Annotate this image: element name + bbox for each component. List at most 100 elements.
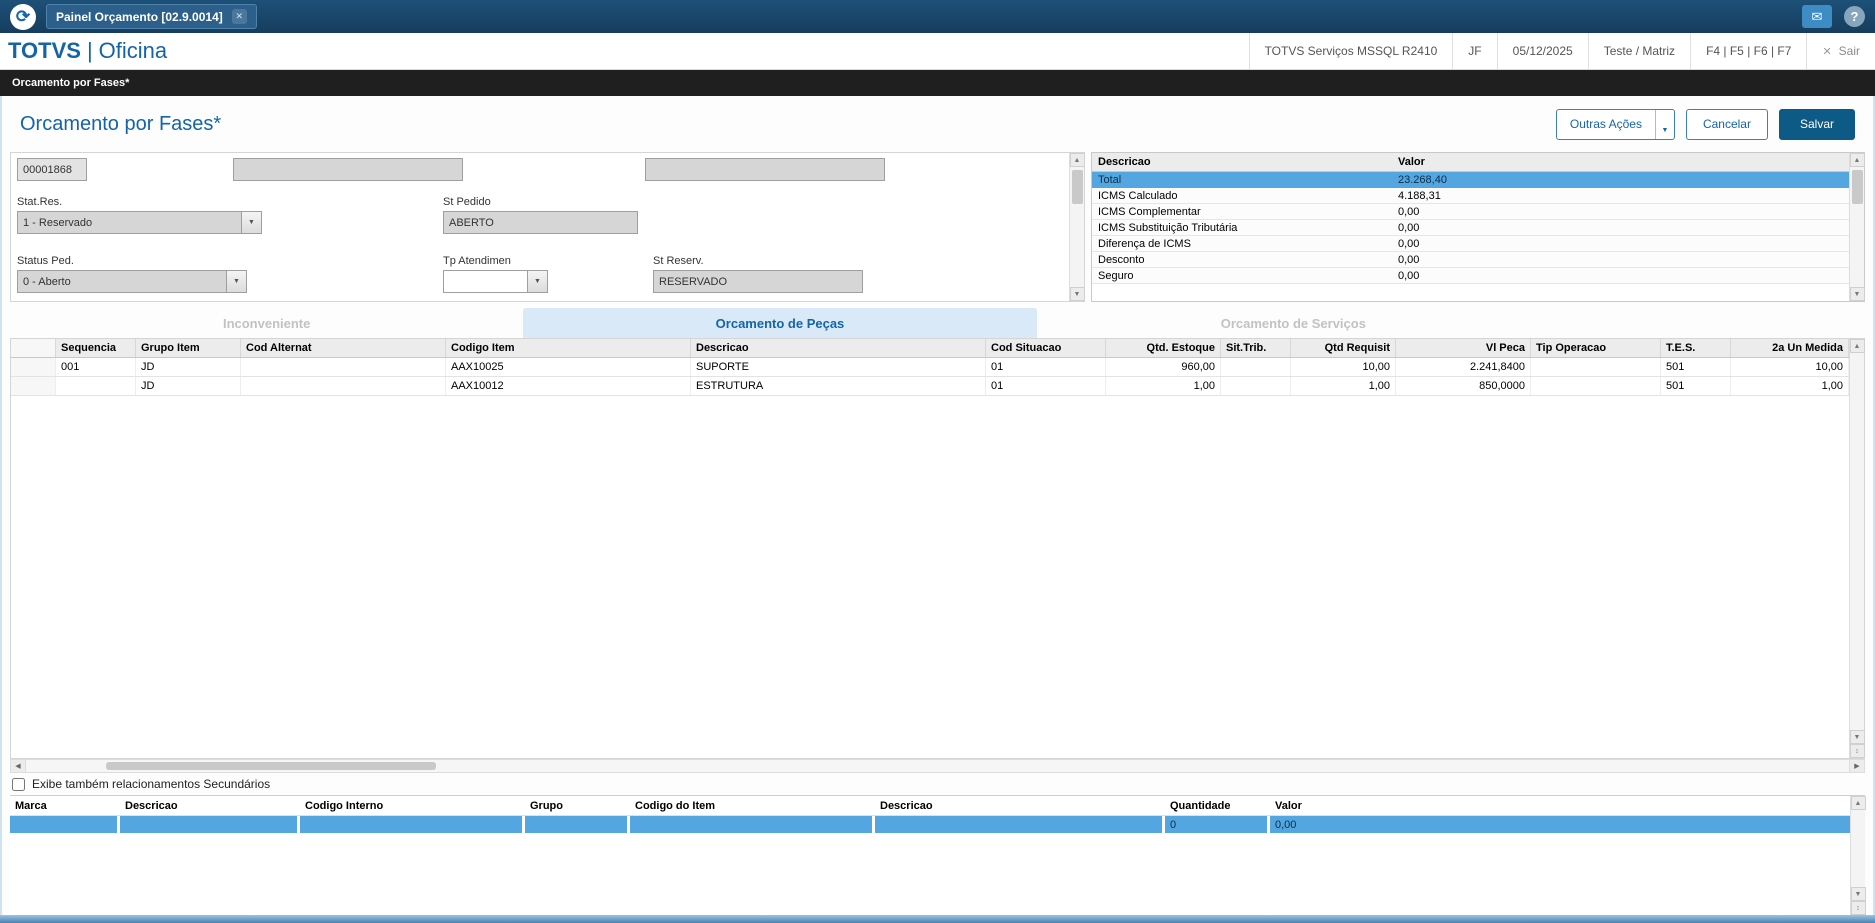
tp-atendimen-select[interactable]: ▼ <box>443 270 548 293</box>
order-number-input[interactable] <box>17 158 87 181</box>
scroll-left-icon[interactable]: ◀ <box>11 760 26 772</box>
items-col-header[interactable]: Codigo Item <box>446 339 691 357</box>
related-col-header[interactable]: Codigo do Item <box>630 800 875 812</box>
env-item[interactable]: JF <box>1452 33 1496 69</box>
tab-orcamento-de-servi-os[interactable]: Orcamento de Serviços <box>1037 308 1550 338</box>
totals-row-label: ICMS Substituição Tributária <box>1098 221 1238 234</box>
totals-row[interactable]: Seguro 0,00 <box>1092 268 1849 284</box>
titlebar: ⟳ Painel Orçamento [02.9.0014] ✕ ✉ ? <box>0 0 1875 33</box>
env-item[interactable]: 05/12/2025 <box>1496 33 1588 69</box>
env-item[interactable]: Teste / Matriz <box>1587 33 1690 69</box>
mail-button[interactable]: ✉ <box>1802 5 1832 28</box>
document-tab[interactable]: Painel Orçamento [02.9.0014] ✕ <box>46 4 257 29</box>
tab-inconveniente[interactable]: Inconveniente <box>10 308 523 338</box>
items-col-header[interactable]: Cod Alternat <box>241 339 446 357</box>
status-ped-select[interactable]: 0 - Aberto ▼ <box>17 270 247 293</box>
totals-row-value: 0,00 <box>1398 237 1420 250</box>
scroll-down-icon[interactable]: ▼ <box>1849 287 1865 301</box>
totals-row[interactable]: ICMS Substituição Tributária 0,00 <box>1092 220 1849 236</box>
totals-row[interactable]: Desconto 0,00 <box>1092 252 1849 268</box>
totals-row-label: Total <box>1098 173 1122 186</box>
scroll-up-icon[interactable]: ▲ <box>1069 153 1085 167</box>
related-header: Marca Descricao Codigo Interno Grupo Codigo … <box>10 796 1850 816</box>
items-scrollbar[interactable]: ▲ ▼ ↕ <box>1849 339 1865 758</box>
env-item[interactable]: TOTVS Serviços MSSQL R2410 <box>1248 33 1453 69</box>
scroll-right-icon[interactable]: ▶ <box>1849 760 1864 772</box>
related-col-header[interactable]: Grupo <box>525 800 630 812</box>
items-col-header[interactable]: Descricao <box>691 339 986 357</box>
form-scrollbar[interactable]: ▲ ▼ <box>1069 153 1085 301</box>
scroll-down-icon[interactable]: ▼ <box>1850 887 1866 901</box>
related-row[interactable]: 0 0,00 <box>10 816 1850 833</box>
totals-col-descricao[interactable]: Descricao <box>1092 156 1392 168</box>
totals-table: Descricao Valor Total 23.268,40 ICMS Calcu… <box>1092 153 1849 301</box>
related-scrollbar[interactable]: ▲ ▼ ↕ <box>1850 796 1866 915</box>
chevron-down-icon[interactable]: ▼ <box>1654 109 1674 139</box>
order-form: Stat.Res. 1 - Reservado ▼ St Pedido ABER… <box>11 153 1069 301</box>
env-item[interactable]: F4 | F5 | F6 | F7 <box>1690 33 1806 69</box>
scroll-up-icon[interactable]: ▲ <box>1850 796 1866 810</box>
other-actions-button[interactable]: Outras Ações ▼ <box>1555 108 1675 140</box>
items-cell: SUPORTE <box>691 358 986 376</box>
items-row[interactable]: 001 JD AAX10025 SUPORTE 01 960,00 10,00 2.241,8… <box>11 358 1849 377</box>
totals-row[interactable]: Diferença de ICMS 0,00 <box>1092 236 1849 252</box>
exit-button[interactable]: ✕ Sair <box>1806 33 1875 69</box>
scroll-page-icon[interactable]: ↕ <box>1850 901 1866 915</box>
related-col-header[interactable]: Quantidade <box>1165 800 1270 812</box>
items-row[interactable]: JD AAX10012 ESTRUTURA 01 1,00 1,00 850,0000 501… <box>11 377 1849 396</box>
row-selector[interactable] <box>11 377 56 395</box>
related-col-header[interactable]: Marca <box>10 800 120 812</box>
totals-row[interactable]: ICMS Calculado 4.188,31 <box>1092 188 1849 204</box>
items-col-header[interactable]: Sit.Trib. <box>1221 339 1291 357</box>
stat-res-select[interactable]: 1 - Reservado ▼ <box>17 211 262 234</box>
items-col-header[interactable]: Cod Situacao <box>986 339 1106 357</box>
save-button[interactable]: Salvar <box>1778 108 1855 140</box>
totals-row-value: 23.268,40 <box>1398 173 1447 186</box>
related-col-header[interactable]: Codigo Interno <box>300 800 525 812</box>
scroll-up-icon[interactable]: ▲ <box>1849 153 1865 167</box>
scroll-page-icon[interactable]: ↕ <box>1849 744 1865 758</box>
items-col-header[interactable]: Qtd. Estoque <box>1106 339 1221 357</box>
related-col-header[interactable]: Descricao <box>120 800 300 812</box>
related-cell <box>10 816 120 833</box>
hscrollbar-thumb[interactable] <box>106 762 436 770</box>
tp-atendimen-value <box>443 270 527 293</box>
order-form-panel: Stat.Res. 1 - Reservado ▼ St Pedido ABER… <box>10 152 1085 302</box>
form-section: Stat.Res. 1 - Reservado ▼ St Pedido ABER… <box>10 152 1865 302</box>
items-col-header[interactable]: 2a Un Medida <box>1731 339 1849 357</box>
items-horizontal-scrollbar[interactable]: ◀ ▶ <box>10 759 1865 773</box>
help-button[interactable]: ? <box>1844 6 1865 27</box>
totals-col-valor[interactable]: Valor <box>1392 156 1849 168</box>
close-tab-icon[interactable]: ✕ <box>231 9 247 24</box>
row-selector[interactable] <box>11 358 56 376</box>
tp-atendimen-dropdown-icon[interactable]: ▼ <box>527 270 548 293</box>
items-col-header[interactable]: Qtd Requisit <box>1291 339 1396 357</box>
totals-row[interactable]: Total 23.268,40 <box>1092 172 1849 188</box>
items-col-header[interactable]: Vl Peca <box>1396 339 1531 357</box>
status-ped-dropdown-icon[interactable]: ▼ <box>226 270 247 293</box>
items-col-header[interactable]: T.E.S. <box>1661 339 1731 357</box>
titlebar-actions: ✉ ? <box>1802 5 1865 28</box>
related-col-header[interactable]: Valor <box>1270 800 1850 812</box>
items-cell: JD <box>136 377 241 395</box>
totals-scrollbar[interactable]: ▲ ▼ <box>1849 153 1865 301</box>
scroll-up-icon[interactable]: ▲ <box>1849 339 1865 353</box>
scrollbar-thumb[interactable] <box>1071 170 1083 204</box>
totals-row-label: ICMS Complementar <box>1098 205 1201 218</box>
stat-res-dropdown-icon[interactable]: ▼ <box>241 211 262 234</box>
hscrollbar-track[interactable] <box>26 760 1849 772</box>
scrollbar-thumb[interactable] <box>1851 170 1863 204</box>
scroll-down-icon[interactable]: ▼ <box>1069 287 1085 301</box>
items-col-header[interactable]: Tip Operacao <box>1531 339 1661 357</box>
brand: TOTVS | Oficina <box>0 33 175 69</box>
items-col-header[interactable]: Grupo Item <box>136 339 241 357</box>
cancel-button[interactable]: Cancelar <box>1685 108 1768 140</box>
items-col-header[interactable]: Sequencia <box>56 339 136 357</box>
tab-orcamento-de-pe-as[interactable]: Orcamento de Peças <box>523 308 1037 338</box>
scroll-down-icon[interactable]: ▼ <box>1849 730 1865 744</box>
totals-row[interactable]: ICMS Complementar 0,00 <box>1092 204 1849 220</box>
secondary-relationships-checkbox[interactable] <box>12 777 25 791</box>
related-col-header[interactable]: Descricao <box>875 800 1165 812</box>
document-tab-label: Painel Orçamento [02.9.0014] <box>56 9 223 24</box>
items-cell: 1,00 <box>1106 377 1221 395</box>
